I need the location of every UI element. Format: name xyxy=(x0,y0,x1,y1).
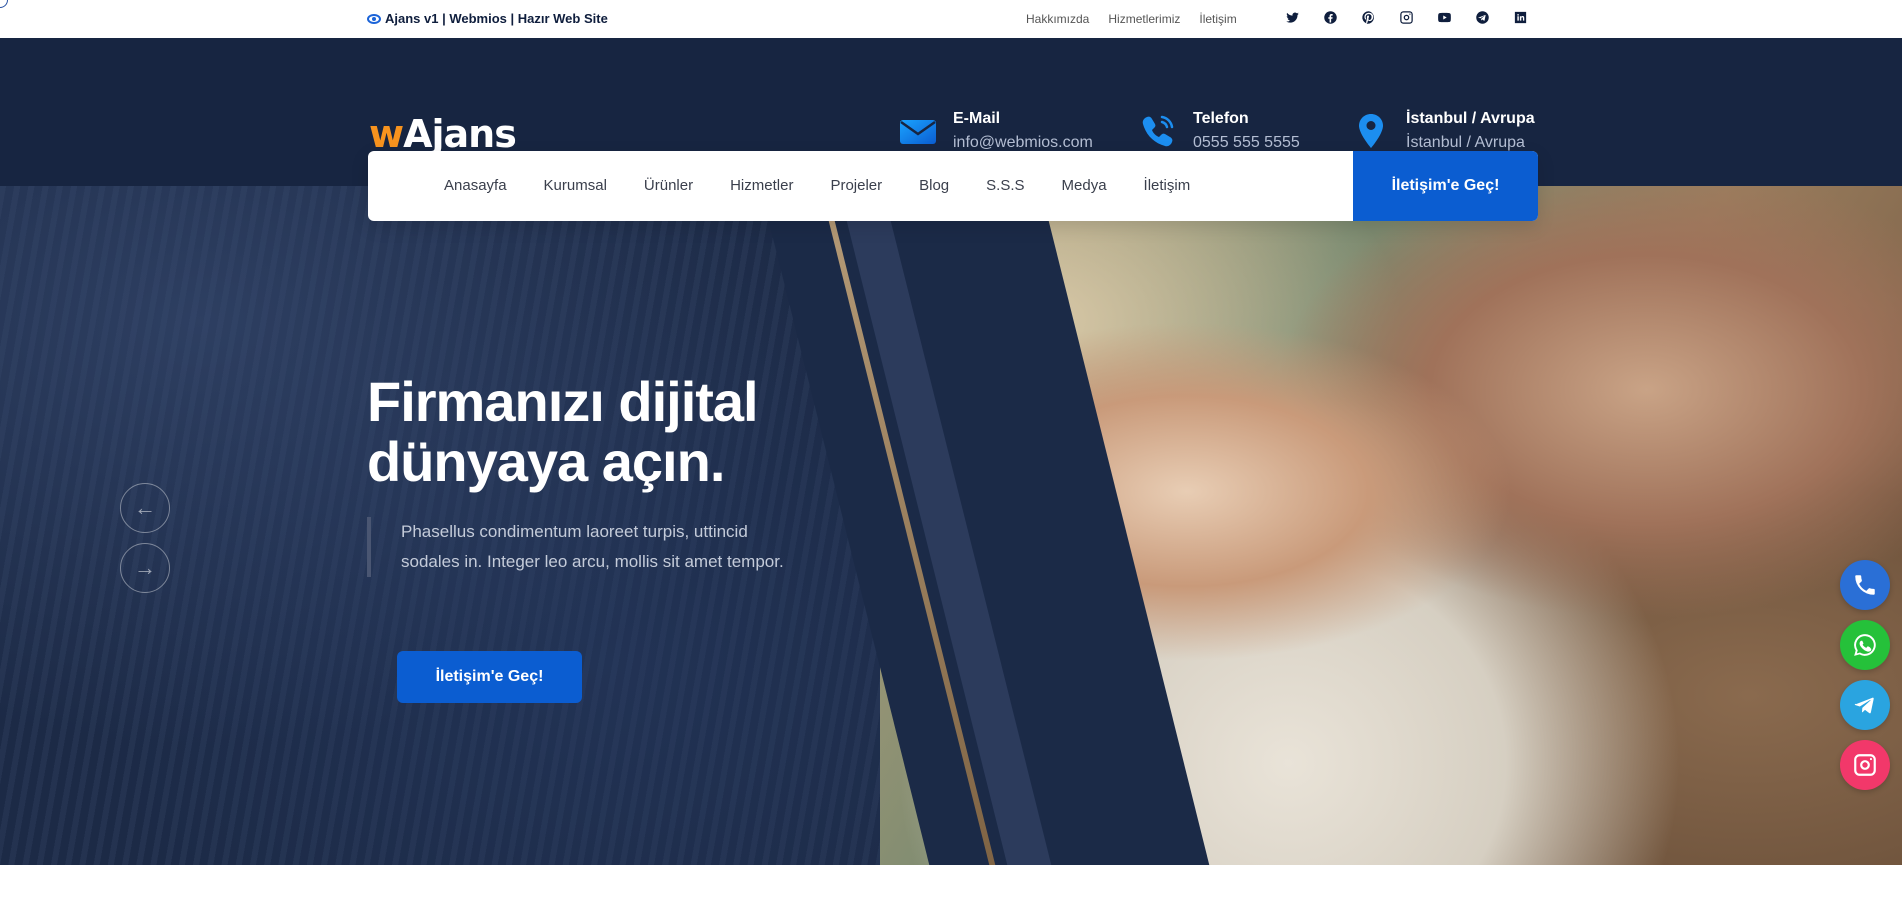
top-link-hakkimizda[interactable]: Hakkımızda xyxy=(1026,12,1089,26)
nav-item-kurumsal[interactable]: Kurumsal xyxy=(544,177,607,194)
eye-icon xyxy=(367,13,381,24)
nav-item-urunler[interactable]: Ürünler xyxy=(644,177,693,194)
nav-item-hizmetler[interactable]: Hizmetler xyxy=(730,177,793,194)
logo[interactable]: wAjans xyxy=(369,112,517,156)
facebook-icon[interactable] xyxy=(1322,9,1339,26)
nav-item-projeler[interactable]: Projeler xyxy=(830,177,882,194)
hero-heading: Firmanızı dijital dünyaya açın. xyxy=(367,370,759,493)
main-nav: Anasayfa Kurumsal Ürünler Hizmetler Proj… xyxy=(368,151,1538,221)
hero-quote: Phasellus condimentum laoreet turpis, ut… xyxy=(367,517,787,577)
email-info: E-Mail info@webmios.com xyxy=(897,110,1093,152)
phone-value[interactable]: 0555 555 5555 xyxy=(1193,134,1300,152)
telegram-icon[interactable] xyxy=(1474,9,1491,26)
youtube-icon[interactable] xyxy=(1436,9,1453,26)
slider-prev-button[interactable]: ← xyxy=(120,483,170,533)
email-title: E-Mail xyxy=(953,110,1001,127)
location-info: İstanbul / Avrupa İstanbul / Avrupa xyxy=(1350,110,1535,152)
linkedin-icon[interactable] xyxy=(1512,9,1529,26)
hero-text: Phasellus condimentum laoreet turpis, ut… xyxy=(401,522,784,571)
top-links: Hakkımızda Hizmetlerimiz İletişim xyxy=(1026,12,1237,26)
nav-items: Anasayfa Kurumsal Ürünler Hizmetler Proj… xyxy=(444,177,1190,194)
corner-circle-icon xyxy=(0,0,8,8)
top-link-hizmetlerimiz[interactable]: Hizmetlerimiz xyxy=(1108,12,1180,26)
nav-item-iletisim[interactable]: İletişim xyxy=(1144,177,1191,194)
hero-slider: Firmanızı dijital dünyaya açın. Phasellu… xyxy=(0,186,1902,865)
top-link-iletisim[interactable]: İletişim xyxy=(1199,12,1236,26)
location-value: İstanbul / Avrupa xyxy=(1406,134,1525,151)
email-value[interactable]: info@webmios.com xyxy=(953,134,1093,152)
mail-icon xyxy=(897,110,939,152)
social-links xyxy=(1284,9,1529,26)
instagram-icon[interactable] xyxy=(1398,9,1415,26)
hero-contact-button[interactable]: İletişim'e Geç! xyxy=(397,651,582,703)
slider-next-button[interactable]: → xyxy=(120,543,170,593)
nav-item-anasayfa[interactable]: Anasayfa xyxy=(444,177,507,194)
telegram-fab[interactable] xyxy=(1840,680,1890,730)
telegram-icon xyxy=(1854,697,1874,714)
pinterest-icon[interactable] xyxy=(1360,9,1377,26)
nav-item-medya[interactable]: Medya xyxy=(1062,177,1107,194)
instagram-fab[interactable] xyxy=(1840,740,1890,790)
phone-icon xyxy=(1137,110,1179,152)
instagram-icon xyxy=(1854,754,1876,776)
logo-text: Ajans xyxy=(403,112,517,156)
twitter-icon[interactable] xyxy=(1284,9,1301,26)
nav-contact-button[interactable]: İletişim'e Geç! xyxy=(1353,151,1538,221)
site-title-text: Ajans v1 | Webmios | Hazır Web Site xyxy=(385,11,608,26)
site-title[interactable]: Ajans v1 | Webmios | Hazır Web Site xyxy=(367,11,608,26)
whatsapp-icon xyxy=(1854,634,1876,656)
whatsapp-fab[interactable] xyxy=(1840,620,1890,670)
phone-icon xyxy=(1855,575,1875,595)
nav-item-blog[interactable]: Blog xyxy=(919,177,949,194)
logo-mark: w xyxy=(369,112,404,156)
location-pin-icon xyxy=(1350,110,1392,152)
phone-fab[interactable] xyxy=(1840,560,1890,610)
phone-title: Telefon xyxy=(1193,110,1249,127)
nav-item-sss[interactable]: S.S.S xyxy=(986,177,1024,194)
phone-info: Telefon 0555 555 5555 xyxy=(1137,110,1300,152)
top-bar: Ajans v1 | Webmios | Hazır Web Site Hakk… xyxy=(0,0,1902,38)
location-title: İstanbul / Avrupa xyxy=(1406,110,1535,127)
